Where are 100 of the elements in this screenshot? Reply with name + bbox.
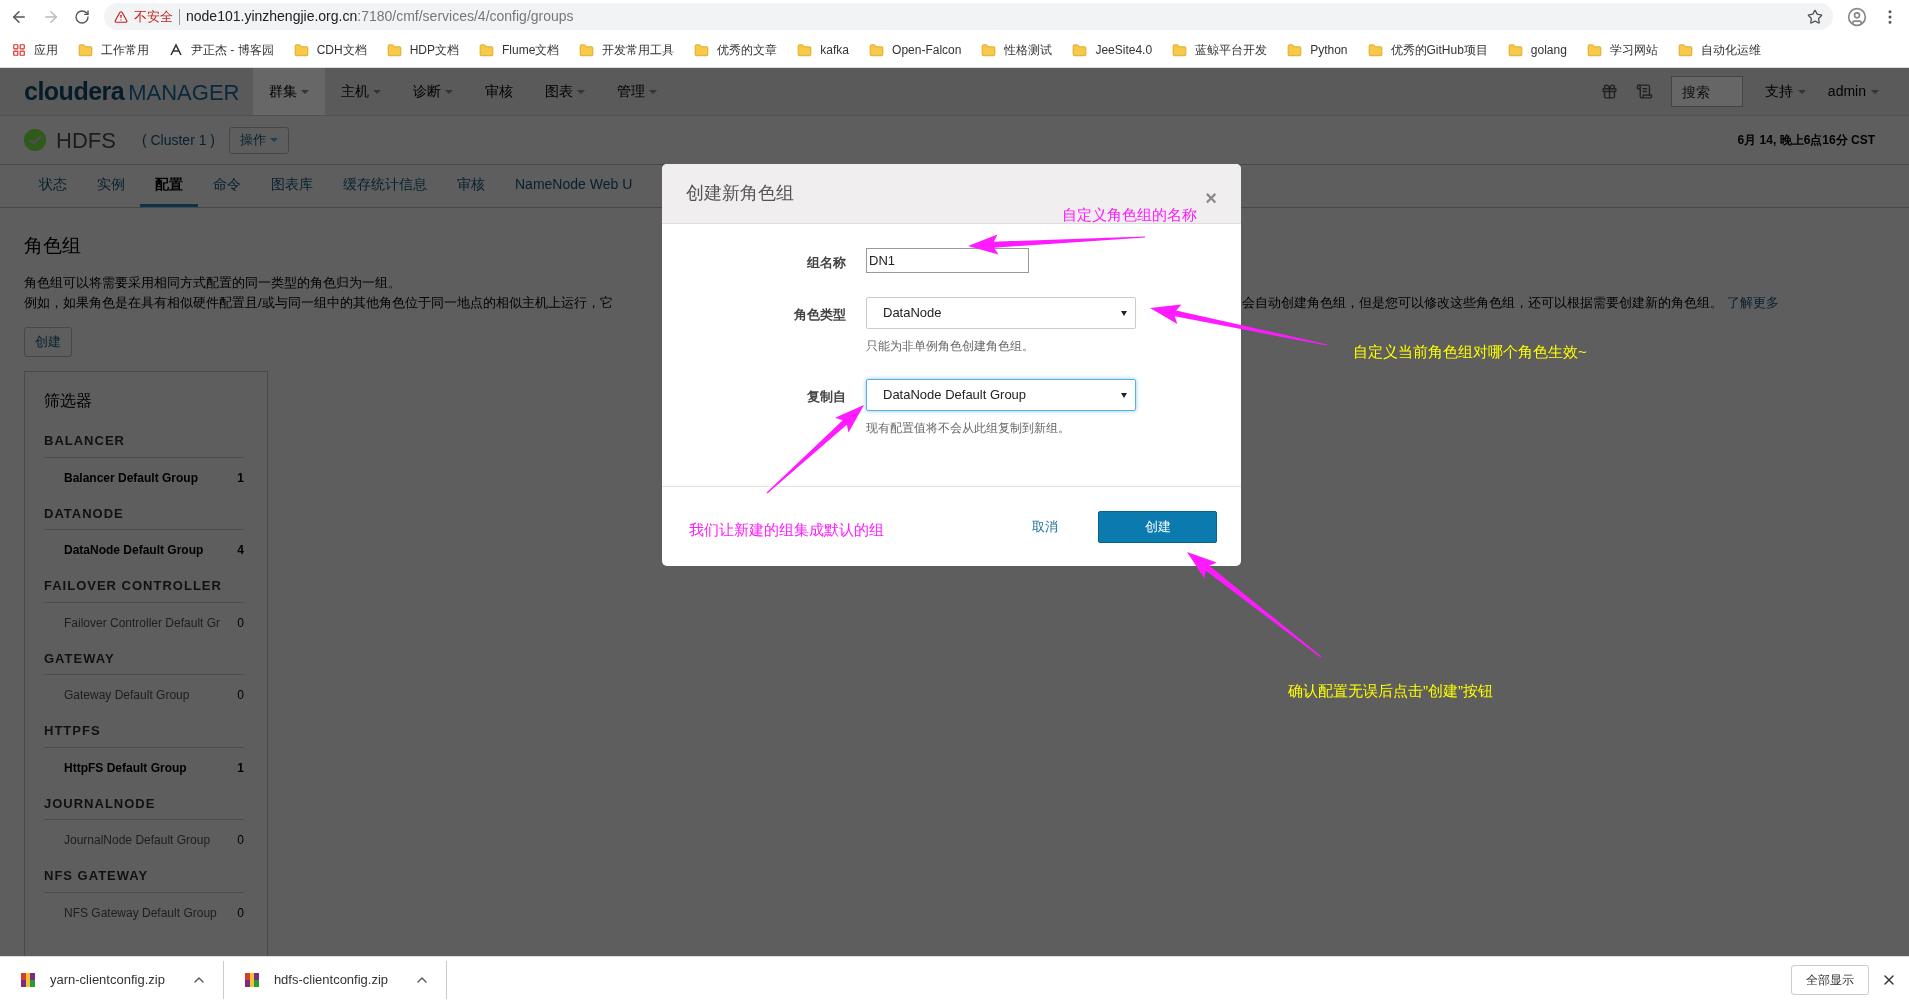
annotation-text: 自定义角色组的名称 bbox=[1062, 205, 1197, 225]
folder-icon bbox=[579, 42, 595, 58]
bookmark-item[interactable]: CDH文档 bbox=[293, 41, 367, 59]
bookmark-item[interactable]: 蓝鲸平台开发 bbox=[1172, 41, 1268, 59]
caret-icon bbox=[445, 89, 454, 94]
group-heading: BALANCER bbox=[44, 431, 244, 458]
nav-menu[interactable]: 诊断 bbox=[397, 68, 470, 115]
site-icon bbox=[169, 43, 183, 57]
folder-icon bbox=[386, 42, 402, 58]
group-heading: JOURNALNODE bbox=[44, 793, 244, 820]
group-heading: DATANODE bbox=[44, 503, 244, 530]
group-heading: NFS GATEWAY bbox=[44, 866, 244, 893]
bookmark-item[interactable]: 开发常用工具 bbox=[579, 41, 675, 59]
bookmark-item[interactable]: HDP文档 bbox=[386, 41, 459, 59]
reload-icon[interactable] bbox=[74, 8, 90, 25]
caret-icon bbox=[373, 89, 382, 94]
cancel-link[interactable]: 取消 bbox=[1032, 516, 1058, 537]
nav-menu[interactable]: 审核 bbox=[469, 68, 530, 115]
folder-icon bbox=[1586, 42, 1602, 58]
status-ok-icon bbox=[24, 129, 46, 151]
bookmark-item[interactable]: Python bbox=[1287, 41, 1348, 59]
group-heading: GATEWAY bbox=[44, 648, 244, 675]
create-button[interactable]: 创建 bbox=[1098, 510, 1217, 543]
bookmark-item[interactable]: golang bbox=[1507, 41, 1567, 59]
warning-icon bbox=[114, 9, 128, 24]
nav-menu[interactable]: 支持 bbox=[1764, 81, 1806, 102]
apps-icon bbox=[12, 43, 26, 57]
section-title: 角色组 bbox=[24, 236, 81, 255]
bookmark-item[interactable]: JeeSite4.0 bbox=[1072, 41, 1153, 59]
bookmark-item[interactable]: kafka bbox=[797, 41, 850, 59]
tab[interactable]: 状态 bbox=[24, 165, 82, 207]
service-name: HDFS bbox=[56, 126, 116, 155]
filter-item[interactable]: DataNode Default Group 4 bbox=[44, 530, 244, 559]
bookmark-item[interactable]: 工作常用 bbox=[78, 41, 149, 59]
url-text: node101.yinzhengjie.org.cn:7180/cmf/services/4/config/groups bbox=[186, 7, 574, 26]
create-button[interactable]: 创建 bbox=[24, 327, 72, 357]
folder-icon bbox=[1072, 42, 1088, 58]
security-label: 不安全 bbox=[134, 7, 173, 26]
tab[interactable]: 图表库 bbox=[256, 165, 328, 207]
caret-icon bbox=[270, 138, 278, 142]
address-bar[interactable]: 不安全 node101.yinzhengjie.org.cn:7180/cmf/services/4/config/groups bbox=[104, 3, 1833, 30]
tab[interactable]: 审核 bbox=[442, 165, 500, 207]
cloudera-logo[interactable]: cloudera MANAGER bbox=[24, 72, 240, 111]
group-heading: HTTPFS bbox=[44, 721, 244, 748]
caret-icon bbox=[1121, 310, 1127, 316]
tab[interactable]: NameNode Web U bbox=[500, 165, 648, 207]
folder-icon bbox=[1507, 42, 1523, 58]
bookmark-item[interactable]: 尹正杰 - 博客园 bbox=[169, 41, 274, 59]
archive-file-icon bbox=[20, 971, 36, 988]
folder-icon bbox=[694, 42, 710, 58]
annotation-text: 确认配置无误后点击”创建”按钮 bbox=[1288, 681, 1493, 701]
nav-menu[interactable]: 图表 bbox=[529, 68, 602, 115]
bookmark-item[interactable]: 优秀的GitHub项目 bbox=[1367, 41, 1488, 59]
bookmark-star-icon[interactable] bbox=[1807, 8, 1823, 25]
select-field[interactable]: DataNode bbox=[866, 297, 1136, 329]
cluster-link[interactable]: ( Cluster 1 ) bbox=[141, 129, 215, 151]
nav-menu[interactable]: 群集 bbox=[253, 68, 326, 115]
bookmark-item[interactable]: 性格测试 bbox=[981, 41, 1053, 59]
tab[interactable]: 命令 bbox=[198, 165, 256, 207]
tab[interactable]: 配置 bbox=[140, 165, 198, 207]
bookmark-item[interactable]: Open-Falcon bbox=[869, 41, 962, 59]
select-field[interactable]: DataNode Default Group bbox=[866, 379, 1136, 411]
close-button[interactable]: × bbox=[1205, 182, 1217, 213]
show-all-button[interactable]: 全部显示 bbox=[1791, 964, 1869, 995]
nav-menu[interactable]: admin bbox=[1827, 81, 1879, 102]
folder-icon bbox=[78, 42, 93, 58]
filter-item[interactable]: Balancer Default Group 1 bbox=[44, 457, 244, 487]
tab[interactable]: 实例 bbox=[82, 165, 140, 207]
download-item[interactable]: yarn-clientconfig.zip bbox=[0, 960, 224, 999]
actions-button[interactable]: 操作 bbox=[229, 126, 289, 154]
bookmark-item[interactable]: 自动化运维 bbox=[1677, 41, 1761, 59]
dialog-title: 创建新角色组 bbox=[686, 182, 794, 205]
folder-icon bbox=[1677, 42, 1693, 58]
caret-icon bbox=[577, 89, 586, 94]
filter-item[interactable]: HttpFS Default Group 1 bbox=[44, 747, 244, 777]
learn-more-link[interactable]: 了解更多 bbox=[1727, 293, 1779, 313]
bookmark-item[interactable]: 应用 bbox=[12, 41, 58, 59]
group-heading: FAILOVER CONTROLLER bbox=[44, 576, 244, 603]
tab[interactable]: 缓存统计信息 bbox=[328, 165, 442, 207]
nav-menu[interactable]: 管理 bbox=[601, 68, 674, 115]
nav-menu[interactable]: 主机 bbox=[325, 68, 398, 115]
folder-icon bbox=[293, 42, 309, 58]
folder-icon bbox=[797, 42, 813, 58]
bookmark-item[interactable]: 学习网站 bbox=[1586, 41, 1658, 59]
folder-icon bbox=[1287, 42, 1303, 58]
archive-file-icon bbox=[243, 971, 260, 988]
bookmark-item[interactable]: 优秀的文章 bbox=[694, 41, 778, 59]
filter-title: 筛选器 bbox=[44, 391, 92, 411]
folder-icon bbox=[1172, 42, 1188, 58]
caret-icon bbox=[1871, 89, 1879, 94]
download-item[interactable]: hdfs-clientconfig.zip bbox=[223, 960, 448, 999]
folder-icon bbox=[981, 42, 997, 58]
field-label: 角色类型 bbox=[793, 306, 846, 324]
search-field[interactable]: 搜索 bbox=[1670, 76, 1743, 107]
profile-icon[interactable] bbox=[1847, 6, 1867, 27]
caret-icon bbox=[1797, 89, 1806, 94]
annotation-text: 自定义当前角色组对哪个角色生效~ bbox=[1353, 342, 1587, 362]
input-field[interactable]: DN1 bbox=[866, 248, 1029, 273]
folder-icon bbox=[869, 42, 885, 58]
bookmark-item[interactable]: Flume文档 bbox=[479, 41, 560, 59]
